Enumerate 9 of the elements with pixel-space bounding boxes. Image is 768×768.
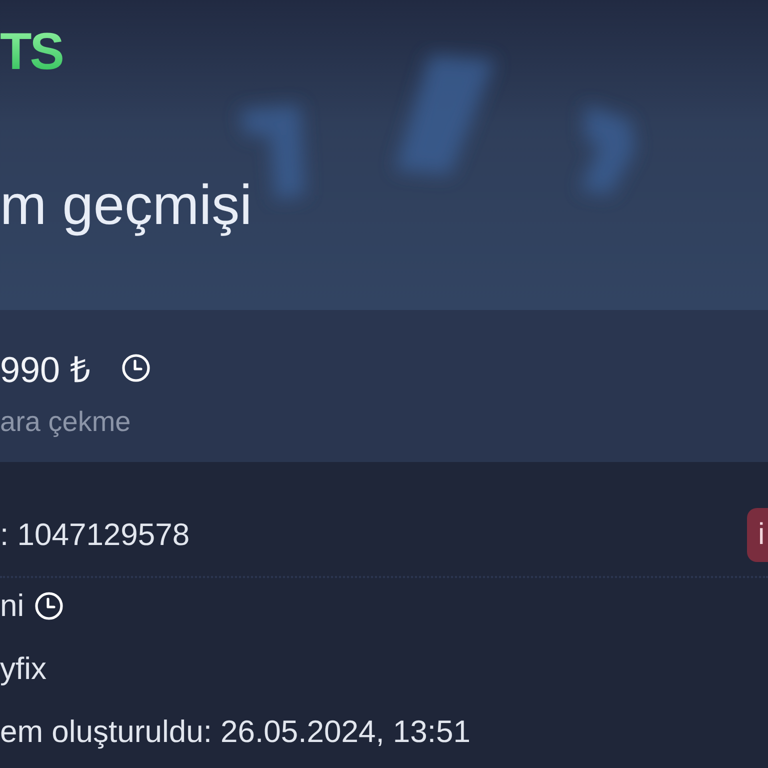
amount: 990 ₺ <box>0 348 92 392</box>
clock-icon <box>34 591 64 621</box>
transaction-id: : 1047129578 <box>0 517 190 553</box>
detail-text: yfix <box>0 651 46 687</box>
detail-text: ni <box>0 588 24 624</box>
page-title: m geçmişi <box>0 174 252 236</box>
status-badge: i <box>747 508 768 562</box>
detail-text: em oluşturuldu: 26.05.2024, 13:51 <box>0 714 471 750</box>
transaction-type: ara çekme <box>0 406 131 438</box>
